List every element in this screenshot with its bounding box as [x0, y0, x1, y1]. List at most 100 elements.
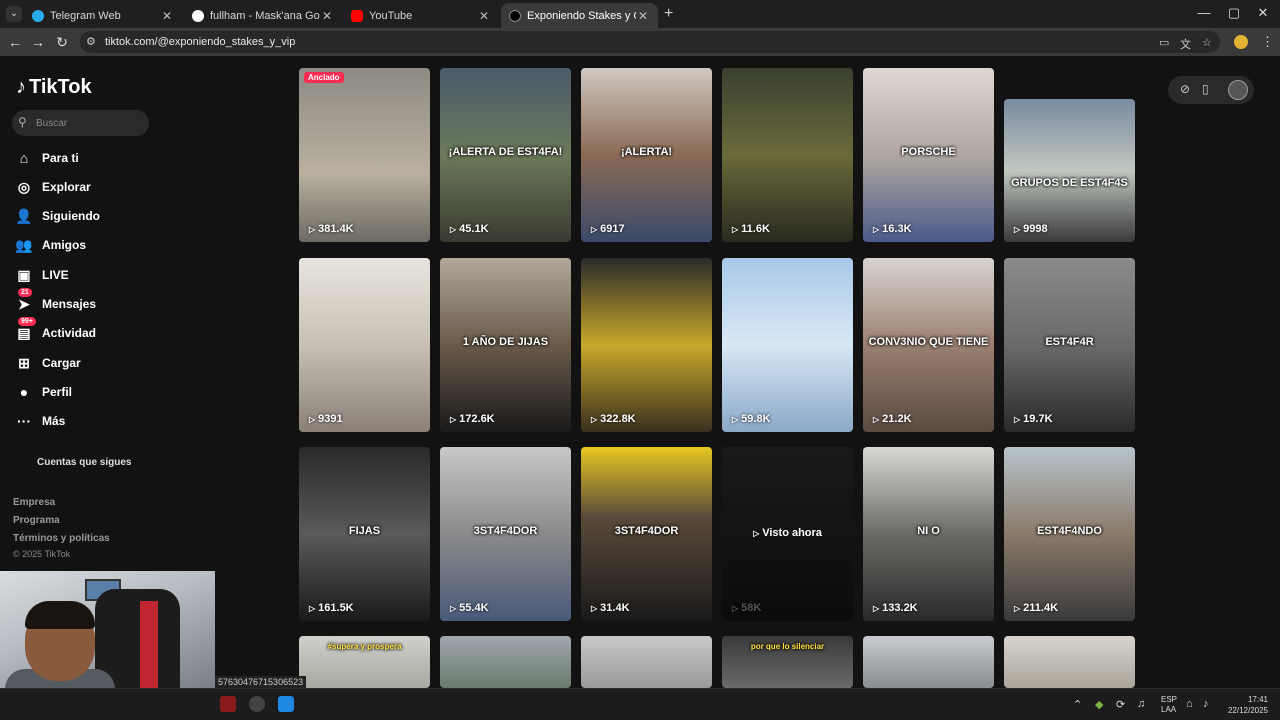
video-card[interactable]: ¡ALERTA DE EST4FA! ▷ 45.1K	[440, 68, 571, 242]
video-card[interactable]: ¡ALERTA! ▷ 6917	[581, 68, 712, 242]
bookmark-star-icon[interactable]: ☆	[1202, 36, 1212, 49]
sidebar-item-6[interactable]: ▤ 99+ Actividad	[14, 316, 96, 344]
tab-youtube[interactable]: YouTube ✕	[343, 3, 499, 28]
sidebar-item-2[interactable]: 👤 Siguiendo	[14, 205, 100, 227]
tray-volume-icon[interactable]: ♪	[1203, 698, 1209, 710]
tray-overflow-icon[interactable]: ⌃	[1073, 698, 1082, 711]
video-card[interactable]: Anclado ▷ 381.4K	[299, 68, 430, 242]
play-icon: ▷	[732, 604, 739, 613]
forward-button[interactable]: →	[30, 34, 46, 50]
sidebar-item-5[interactable]: ➤ 21 Mensajes	[14, 287, 97, 315]
tiktok-note-icon: ♪	[16, 76, 26, 98]
video-card[interactable]: EST4F4NDO ▷ 211.4K	[1004, 447, 1135, 621]
sidebar-item-3[interactable]: 👥 Amigos	[14, 234, 86, 256]
reload-button[interactable]: ↻	[54, 34, 70, 50]
sidebar-item-7[interactable]: ⊞ Cargar	[14, 352, 81, 374]
video-card[interactable]: PORSCHE ▷ 16.3K	[863, 68, 994, 242]
video-card[interactable]: por que lo silenciar	[722, 636, 853, 688]
footer-link-programa[interactable]: Programa	[13, 515, 60, 526]
tray-mic-icon[interactable]: ♫	[1137, 698, 1145, 710]
video-card[interactable]: 3ST4F4DOR ▷ 55.4K	[440, 447, 571, 621]
youtube-icon	[351, 9, 363, 22]
coins-icon[interactable]: ⊘	[1180, 82, 1190, 96]
video-caption: CONV3NIO QUE TIENE	[868, 336, 989, 348]
view-count: ▷ 6917	[591, 223, 625, 235]
translate-icon[interactable]: 文	[1180, 36, 1191, 52]
taskbar-clock[interactable]: 17:41 22/12/2025	[1222, 694, 1268, 716]
video-card[interactable]: NI O ▷ 133.2K	[863, 447, 994, 621]
footer-link-terminos[interactable]: Términos y políticas	[13, 533, 110, 544]
video-card[interactable]: 1 AÑO DE JIJAS ▷ 172.6K	[440, 258, 571, 432]
sidebar-item-label: Siguiendo	[42, 209, 100, 223]
video-card[interactable]: FIJAS ▷ 161.5K	[299, 447, 430, 621]
video-card[interactable]: ▷ 322.8K	[581, 258, 712, 432]
taskbar-obs-icon[interactable]	[249, 696, 265, 712]
video-card[interactable]	[1004, 636, 1135, 688]
address-bar[interactable]: ⚙ tiktok.com/@exponiendo_stakes_y_vip ▭ …	[80, 31, 1220, 53]
tray-network-icon[interactable]: ⌂	[1186, 698, 1193, 710]
back-button[interactable]: ←	[7, 34, 23, 50]
video-caption: 1 AÑO DE JIJAS	[462, 336, 549, 348]
video-card[interactable]: ▷ Visto ahora ▷ 58K	[722, 447, 853, 621]
taskbar-app-icon[interactable]	[220, 696, 236, 712]
play-icon: ▷	[873, 225, 880, 234]
site-info-icon[interactable]: ⚙	[86, 35, 96, 48]
phone-icon[interactable]: ▯	[1202, 82, 1209, 96]
video-caption: 3ST4F4DOR	[473, 525, 538, 537]
sidebar-item-9[interactable]: ··· Más	[14, 410, 65, 432]
video-card[interactable]: GRUPOS DE EST4F4S ▷ 9998	[1004, 99, 1135, 242]
play-icon: ▷	[450, 225, 457, 234]
new-tab-button[interactable]: +	[664, 6, 673, 22]
video-card[interactable]: #supera y prospera	[299, 636, 430, 688]
play-icon: ▷	[1014, 415, 1021, 424]
input-language[interactable]: ESP LAA	[1161, 695, 1177, 715]
sidebar-item-4[interactable]: ▣ LIVE	[14, 264, 69, 286]
view-count: ▷ 211.4K	[1014, 602, 1058, 614]
view-count-value: 55.4K	[459, 602, 489, 614]
tray-sync-icon[interactable]: ⟳	[1116, 698, 1125, 711]
tiktok-logo[interactable]: ♪ TikTok	[16, 76, 92, 99]
taskbar-notepad-icon[interactable]	[278, 696, 294, 712]
sidebar-item-label: Mensajes	[42, 297, 97, 311]
video-card[interactable]: EST4F4R ▷ 19.7K	[1004, 258, 1135, 432]
tab-telegram[interactable]: Telegram Web ✕	[24, 3, 182, 28]
sidebar-item-1[interactable]: ◎ Explorar	[14, 176, 91, 198]
video-card[interactable]: ▷ 11.6K	[722, 68, 853, 242]
video-card[interactable]: CONV3NIO QUE TIENE ▷ 21.2K	[863, 258, 994, 432]
minimize-button[interactable]: —	[1194, 5, 1214, 20]
view-count-value: 381.4K	[318, 223, 354, 235]
view-count: ▷ 381.4K	[309, 223, 354, 235]
close-tab-icon[interactable]: ✕	[477, 9, 491, 23]
video-card[interactable]: 3ST4F4DOR ▷ 31.4K	[581, 447, 712, 621]
play-icon: ▷	[873, 415, 880, 424]
video-card[interactable]	[863, 636, 994, 688]
play-icon: ▷	[309, 415, 316, 424]
video-caption: PORSCHE	[901, 146, 956, 158]
search-box[interactable]: ⚲	[12, 110, 149, 136]
sidebar-item-8[interactable]: ● Perfil	[14, 381, 72, 403]
tab-google[interactable]: fullham - Mask'ana Google ✕	[184, 3, 342, 28]
close-tab-icon[interactable]: ✕	[636, 9, 650, 23]
close-window-button[interactable]: ✕	[1253, 5, 1273, 21]
video-caption: 3ST4F4DOR	[614, 525, 679, 537]
install-app-icon[interactable]: ▭	[1159, 36, 1169, 49]
user-avatar[interactable]	[1228, 80, 1248, 100]
search-input[interactable]	[36, 114, 141, 132]
tray-nvidia-icon[interactable]: ◆	[1095, 698, 1103, 711]
view-count-value: 161.5K	[318, 602, 354, 614]
video-card[interactable]: ▷ 9391	[299, 258, 430, 432]
close-tab-icon[interactable]: ✕	[160, 9, 174, 23]
browser-menu-icon[interactable]: ⋮	[1261, 34, 1274, 50]
maximize-button[interactable]: ▢	[1224, 5, 1244, 21]
footer-link-empresa[interactable]: Empresa	[13, 497, 55, 508]
close-tab-icon[interactable]: ✕	[320, 9, 334, 23]
tab-search-icon[interactable]: ⌄	[6, 6, 22, 22]
video-card[interactable]	[581, 636, 712, 688]
video-caption: ¡ALERTA!	[620, 146, 673, 158]
browser-profile-avatar[interactable]	[1234, 35, 1248, 49]
sidebar-item-0[interactable]: ⌂ Para ti	[14, 147, 79, 169]
video-card[interactable]	[440, 636, 571, 688]
video-card[interactable]: ▷ 59.8K	[722, 258, 853, 432]
sidebar-item-label: LIVE	[42, 268, 69, 282]
tab-tiktok[interactable]: Exponiendo Stakes y Grupos Vi ✕	[501, 3, 658, 28]
